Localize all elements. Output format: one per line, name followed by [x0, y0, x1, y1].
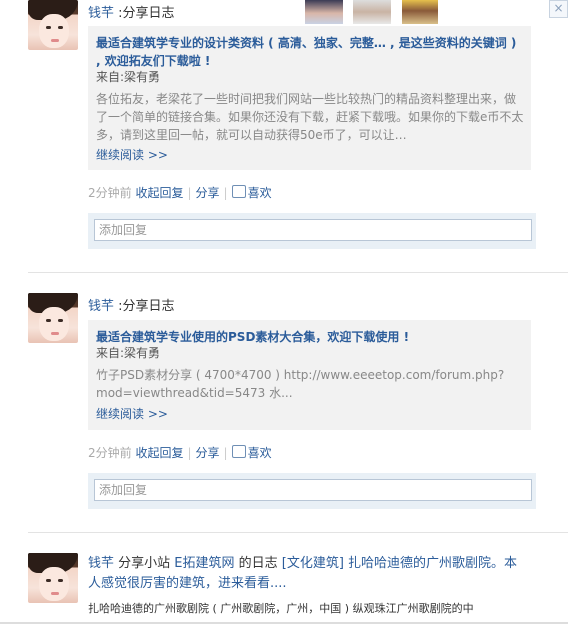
feed-item-header: 钱芊 分享小站 E拓建筑网 的日志 [文化建筑] 扎哈哈迪德的广州歌剧院。本人感… [88, 554, 528, 594]
author-link[interactable]: 钱芊 [88, 556, 114, 571]
timestamp: 2分钟前 [88, 186, 132, 200]
visitor-avatar[interactable] [305, 0, 343, 24]
share-link[interactable]: 分享 [196, 446, 220, 460]
from-name[interactable]: 梁有勇 [124, 346, 160, 360]
visitor-avatar[interactable] [353, 0, 391, 24]
like-link[interactable]: 喜欢 [248, 446, 272, 460]
like-link[interactable]: 喜欢 [248, 186, 272, 200]
author-link[interactable]: 钱芊 [88, 6, 114, 21]
from-label: 来自: [96, 346, 125, 360]
divider [28, 532, 568, 533]
action-text: 的日志 [234, 556, 282, 571]
read-more-link[interactable]: 继续阅读 >> [96, 405, 168, 422]
action-text: 分享小站 [114, 556, 175, 571]
post-excerpt: 扎哈哈迪德的广州歌剧院 ( 广州歌剧院，广州，中国 ) 纵观珠江广州歌剧院的中 [88, 602, 474, 615]
thumbs-up-icon [231, 185, 246, 198]
action-text: :分享日志 [118, 6, 175, 21]
card-title-link[interactable]: 最适合建筑学专业的设计类资料 ( 高清、独家、完整… , 是这些资料的关键词 )… [96, 34, 521, 70]
feed-item-header: 钱芊 :分享日志 [88, 2, 175, 21]
reply-input[interactable]: 添加回复 [94, 479, 532, 501]
card-source: 来自:梁有勇 [96, 344, 160, 361]
reply-area: 添加回复 [88, 213, 536, 249]
from-name[interactable]: 梁有勇 [124, 70, 160, 84]
timestamp: 2分钟前 [88, 446, 132, 460]
card-source: 来自:梁有勇 [96, 68, 160, 85]
share-link[interactable]: 分享 [196, 186, 220, 200]
divider [28, 272, 568, 273]
visitor-avatar[interactable] [402, 0, 438, 24]
reply-input[interactable]: 添加回复 [94, 219, 532, 241]
thumbs-up-icon [231, 445, 246, 458]
collapse-reply-link[interactable]: 收起回复 [135, 186, 183, 200]
author-link[interactable]: 钱芊 [88, 299, 114, 314]
shared-card: 最适合建筑学专业使用的PSD素材大合集，欢迎下载使用 ! 来自:梁有勇 竹子PS… [88, 320, 531, 430]
shared-card: 最适合建筑学专业的设计类资料 ( 高清、独家、完整… , 是这些资料的关键词 )… [88, 26, 531, 170]
site-link[interactable]: E拓建筑网 [174, 556, 234, 571]
card-excerpt: 竹子PSD素材分享 ( 4700*4700 ) http://www.eeeet… [96, 368, 505, 400]
avatar[interactable] [28, 293, 78, 343]
action-bar: 2分钟前 收起回复 | 分享 | 喜欢 [88, 445, 272, 460]
category-tag-link[interactable]: [文化建筑] [282, 556, 344, 571]
feed-item-header: 钱芊 :分享日志 [88, 295, 175, 314]
action-text: :分享日志 [118, 299, 175, 314]
read-more-link[interactable]: 继续阅读 >> [96, 146, 168, 163]
card-excerpt: 各位拓友，老梁花了一些时间把我们网站一些比较热门的精品资料整理出来，做了一个简单… [96, 92, 524, 142]
collapse-reply-link[interactable]: 收起回复 [135, 446, 183, 460]
from-label: 来自: [96, 70, 125, 84]
avatar[interactable] [28, 0, 78, 50]
avatar[interactable] [28, 553, 78, 603]
close-icon[interactable]: × [549, 0, 568, 18]
reply-area: 添加回复 [88, 473, 536, 509]
action-bar: 2分钟前 收起回复 | 分享 | 喜欢 [88, 185, 272, 200]
